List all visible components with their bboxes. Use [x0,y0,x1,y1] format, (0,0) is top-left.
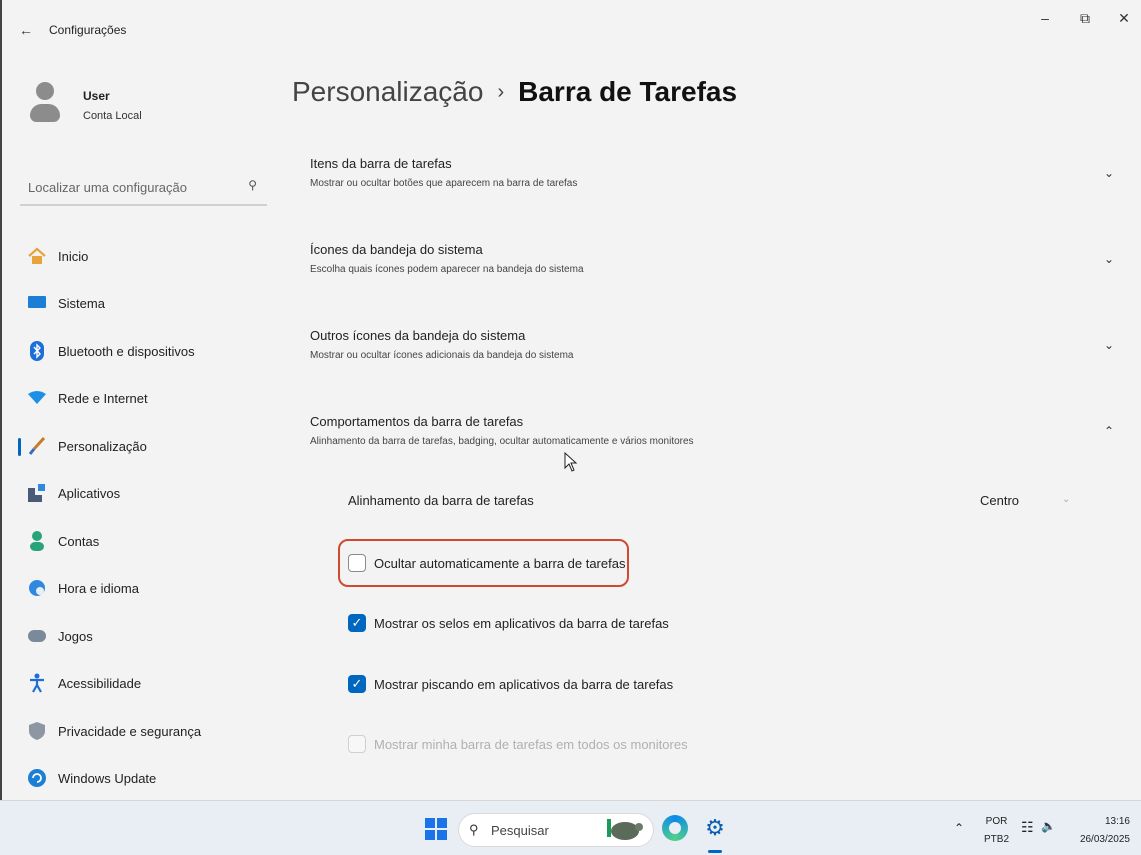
taskbar: ⚲ Pesquisar ⚙ ⌃ POR PTB2 ☷ 🔈 13:16 26/03… [0,800,1141,855]
badges-checkbox[interactable]: ✓ [348,614,366,632]
active-indicator [18,438,21,456]
section-icones-bandeja[interactable]: Ícones da bandeja do sistema Escolha qua… [298,234,1124,300]
flashing-checkbox[interactable]: ✓ [348,675,366,693]
chevron-down-icon: ⌄ [1103,252,1114,266]
edge-browser-icon[interactable] [662,815,688,841]
back-button[interactable]: ← [16,20,36,40]
maximize-button[interactable]: ⧉ [1066,10,1104,30]
breadcrumb: Personalização › Barra de Tarefas [292,72,737,112]
brush-icon [26,435,48,457]
sidebar-item-inicio[interactable]: Inicio [18,236,272,276]
highlight-annotation [338,539,629,587]
option-badges[interactable]: ✓ Mostrar os selos em aplicativos da bar… [348,608,669,638]
active-app-indicator [708,850,722,853]
sidebar-item-rede[interactable]: Rede e Internet [18,378,272,418]
page-title: Barra de Tarefas [518,76,738,107]
clock[interactable]: 13:16 26/03/2025 [1070,813,1130,849]
wifi-icon [26,387,48,409]
section-comportamentos[interactable]: Comportamentos da barra de tarefas Alinh… [298,406,1124,472]
bluetooth-icon [26,340,48,362]
all-monitors-checkbox [348,735,366,753]
gamepad-icon [26,625,48,647]
volume-icon[interactable]: 🔈 [1041,819,1056,833]
start-button[interactable] [425,818,447,840]
chevron-down-icon: ⌄ [1103,166,1114,180]
sidebar-item-privacidade[interactable]: Privacidade e segurança [18,711,272,751]
sidebar-item-jogos[interactable]: Jogos [18,616,272,656]
section-itens-barra[interactable]: Itens da barra de tarefas Mostrar ou ocu… [298,148,1124,214]
title-bar: ← Configurações – ⧉ ✕ [2,0,1141,58]
search-icon: ⚲ [469,822,479,837]
breadcrumb-parent[interactable]: Personalização [292,76,483,108]
option-flashing[interactable]: ✓ Mostrar piscando em aplicativos da bar… [348,669,673,699]
input-language[interactable]: POR PTB2 [984,813,1009,849]
sidebar-item-bluetooth[interactable]: Bluetooth e dispositivos [18,331,272,371]
home-icon [26,245,48,267]
sidebar-item-personalizacao[interactable]: Personalização [18,426,272,466]
apps-icon [26,482,48,504]
app-title: Configurações [49,23,127,37]
sidebar-item-contas[interactable]: Contas [18,521,272,561]
network-icon[interactable]: ☷ [1021,819,1034,836]
globe-clock-icon [26,577,48,599]
search-placeholder: Localizar uma configuração [28,180,187,195]
minimize-button[interactable]: – [1026,10,1064,30]
chevron-up-icon: ⌃ [1103,424,1114,438]
avatar [30,82,60,126]
user-account-type: Conta Local [83,110,142,122]
chevron-up-icon[interactable]: ⌃ [954,821,964,835]
sidebar-item-aplicativos[interactable]: Aplicativos [18,473,272,513]
chevron-down-icon: ⌄ [1103,338,1114,352]
sidebar-item-hora[interactable]: Hora e idioma [18,568,272,608]
settings-gear-icon[interactable]: ⚙ [702,815,728,841]
user-name: User [83,89,110,103]
section-outros-icones[interactable]: Outros ícones da bandeja do sistema Most… [298,320,1124,386]
shield-icon [26,720,48,742]
arrow-left-icon: ← [19,22,33,38]
alignment-select[interactable]: Centro [980,493,1019,508]
close-button[interactable]: ✕ [1105,10,1141,30]
update-icon [26,767,48,789]
mouse-cursor-icon [564,452,578,472]
turtle-widget-icon[interactable] [605,815,645,843]
settings-search-input[interactable]: Localizar uma configuração ⚲ [20,168,267,206]
settings-window: ← Configurações – ⧉ ✕ User Conta Local L… [0,0,1141,800]
monitor-icon [26,292,48,314]
alignment-label: Alinhamento da barra de tarefas [348,493,534,508]
sidebar-item-windows-update[interactable]: Windows Update [18,758,272,798]
breadcrumb-separator: › [497,80,505,103]
sidebar-item-acessibilidade[interactable]: Acessibilidade [18,663,272,703]
accessibility-icon [26,672,48,694]
chevron-down-icon[interactable]: ⌄ [1062,494,1070,505]
search-icon: ⚲ [248,178,257,192]
option-all-monitors: Mostrar minha barra de tarefas em todos … [348,729,688,759]
person-icon [26,530,48,552]
sidebar-item-sistema[interactable]: Sistema [18,283,272,323]
